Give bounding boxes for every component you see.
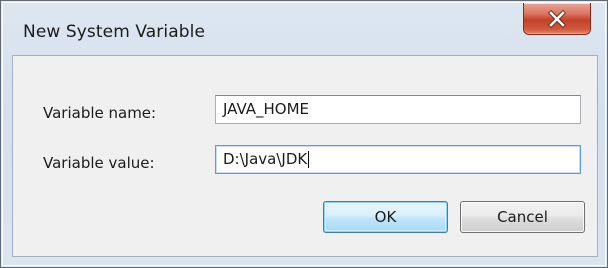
variable-name-input[interactable]: JAVA_HOME — [215, 95, 581, 124]
window-title: New System Variable — [23, 22, 206, 42]
text-caret — [308, 151, 310, 168]
variable-value-text: D:\Java\JDK — [223, 150, 308, 168]
window-frame: New System Variable Variable name: JAVA_… — [2, 2, 606, 266]
variable-value-label: Variable value: — [43, 154, 155, 172]
dialog-window: New System Variable Variable name: JAVA_… — [0, 0, 608, 268]
ok-button[interactable]: OK — [323, 201, 448, 233]
dialog-content: Variable name: JAVA_HOME Variable value:… — [12, 55, 598, 257]
cancel-button-label: Cancel — [497, 208, 548, 226]
title-bar[interactable]: New System Variable — [3, 3, 605, 51]
variable-name-text: JAVA_HOME — [223, 100, 310, 118]
variable-name-label: Variable name: — [43, 104, 157, 122]
cancel-button[interactable]: Cancel — [460, 201, 585, 233]
variable-value-input[interactable]: D:\Java\JDK — [215, 145, 581, 174]
ok-button-label: OK — [374, 208, 397, 226]
close-button[interactable] — [523, 3, 591, 35]
close-icon — [548, 9, 566, 28]
